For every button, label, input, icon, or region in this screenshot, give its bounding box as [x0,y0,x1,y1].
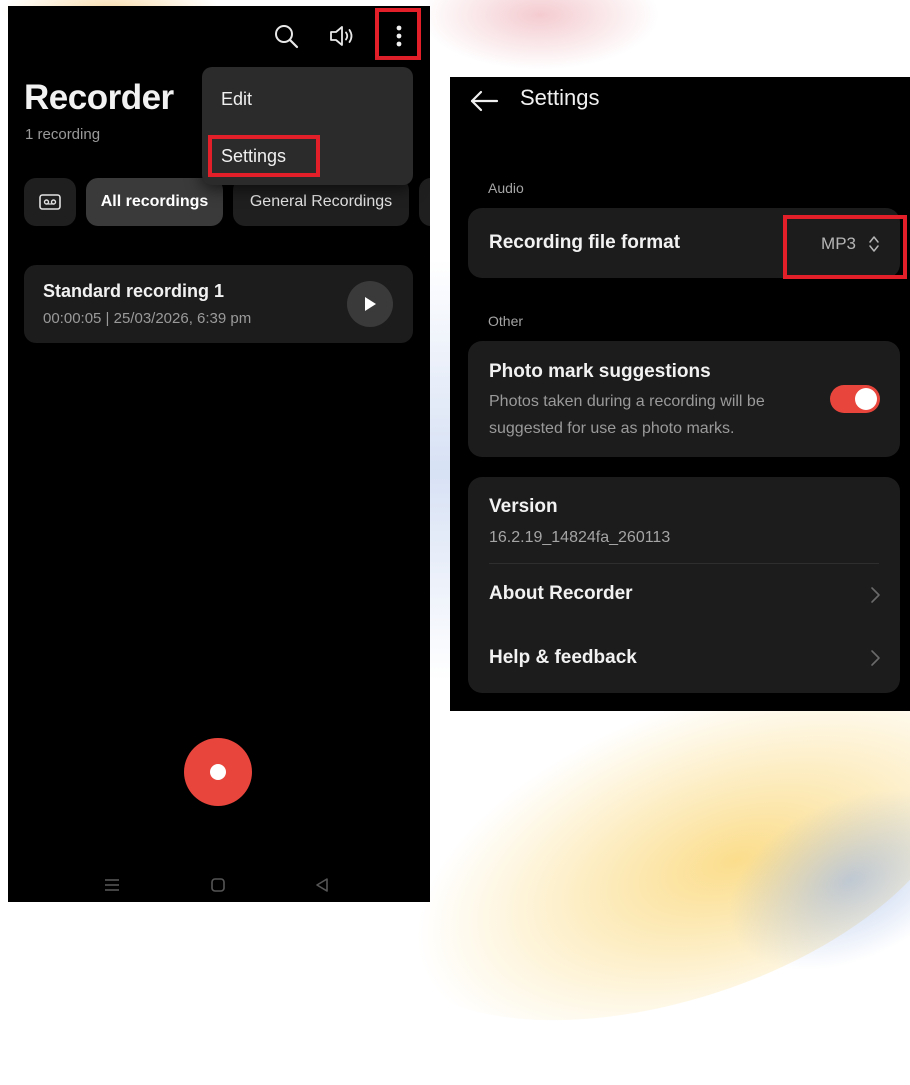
section-label-audio: Audio [488,180,524,196]
background-decoration [698,752,910,1008]
speaker-icon [330,26,353,46]
page-title: Recorder [24,78,174,117]
back-button[interactable] [464,81,504,121]
system-nav-bar [8,870,430,902]
settings-screen: Settings Audio Recording file format MP3… [450,77,910,711]
home-icon [211,878,225,892]
section-label-other: Other [488,313,524,329]
highlight-box [208,135,320,177]
highlight-box [783,215,907,279]
record-icon [210,764,226,780]
divider [489,563,879,564]
play-button[interactable] [347,281,393,327]
chip-cassette[interactable] [24,178,76,226]
recorder-screen: Recorder 1 recording All recordings Gene… [8,6,430,902]
setting-title: Photo mark suggestions [489,361,711,382]
version-value: 16.2.19_14824fa_260113 [489,529,671,546]
setting-title: Recording file format [489,232,681,253]
filter-chips: All recordings General Recordings [24,178,430,226]
menu-icon [105,879,119,891]
search-icon [275,25,299,49]
recording-count: 1 recording [25,126,101,143]
recording-meta: 00:00:05 | 25/03/2026, 6:39 pm [43,310,252,327]
chevron-right-icon [871,587,880,603]
toggle-knob [855,388,877,410]
arrow-left-icon [470,90,499,112]
recording-name: Standard recording 1 [43,281,225,301]
about-recorder-link[interactable]: About Recorder [489,583,879,611]
back-triangle-icon [316,878,328,892]
chevron-right-icon [871,650,880,666]
background-decoration [420,0,660,70]
search-button[interactable] [264,14,308,58]
nav-menu-button[interactable] [97,870,127,900]
version-title: Version [489,496,558,517]
setting-description: Photos taken during a recording will be … [489,393,765,437]
setting-row-photo-mark[interactable]: Photo mark suggestions Photos taken duri… [468,341,900,457]
help-feedback-link[interactable]: Help & feedback [489,647,879,675]
menu-item-edit[interactable]: Edit [221,89,252,110]
chip-general-recordings[interactable]: General Recordings [233,178,409,226]
page-title: Settings [520,85,600,110]
list-item[interactable]: Standard recording 1 00:00:05 | 25/03/20… [24,265,413,343]
speaker-button[interactable] [320,14,364,58]
highlight-box [375,8,421,60]
record-button[interactable] [184,738,252,806]
play-icon [365,297,376,311]
nav-back-button[interactable] [307,870,337,900]
cassette-icon [39,194,61,210]
about-card: Version 16.2.19_14824fa_260113 About Rec… [468,477,900,693]
photo-mark-toggle[interactable] [830,385,880,413]
chip-all-recordings[interactable]: All recordings [86,178,223,226]
nav-home-button[interactable] [203,870,233,900]
chip-more[interactable] [419,178,430,226]
